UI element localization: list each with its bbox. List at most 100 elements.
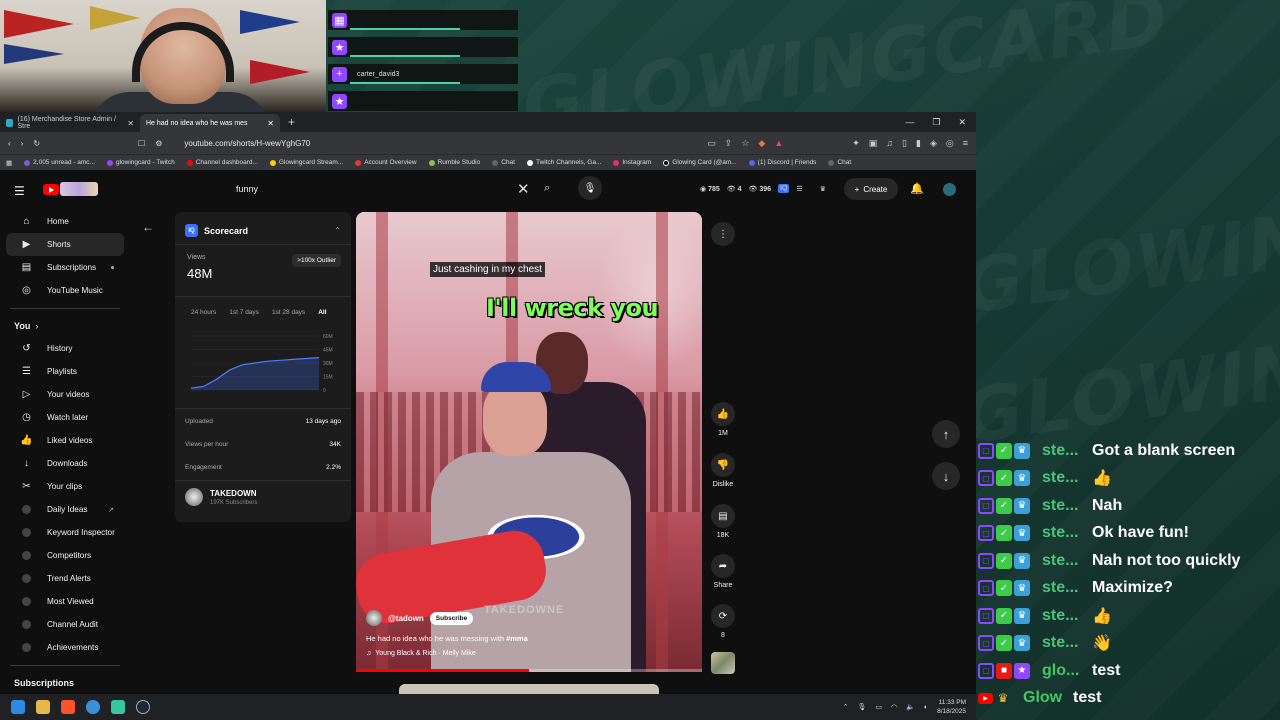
share-button[interactable]: ➦ Share	[708, 554, 738, 589]
trophy-icon[interactable]: ♛	[820, 185, 826, 193]
chevron-up-icon[interactable]: ⌃	[843, 703, 849, 711]
microphone-icon[interactable]: 🎙	[578, 176, 602, 200]
brave-browser-icon[interactable]	[61, 700, 75, 714]
bookmark-item[interactable]: Chat	[492, 159, 515, 166]
channel-handle[interactable]: @tadown	[388, 614, 424, 623]
subscribe-button[interactable]: Subscribe	[429, 611, 474, 625]
sidebar-item-playlists[interactable]: ☰ Playlists	[6, 360, 124, 383]
vpn-icon[interactable]: ◎	[946, 138, 954, 149]
extension-icon[interactable]: ✦	[852, 138, 860, 149]
scorecard-header[interactable]: IQ Scorecard	[185, 224, 248, 237]
range-tab-all[interactable]: All	[318, 309, 326, 316]
extension-icon[interactable]: ▣	[869, 138, 878, 149]
steam-icon[interactable]	[136, 700, 150, 714]
sidebar-item-subscriptions[interactable]: ▤ Subscriptions	[6, 256, 124, 279]
search-icon[interactable]: ⌕	[544, 182, 550, 195]
hashtag-link[interactable]: #mma	[506, 634, 528, 643]
music-icon[interactable]: ♫	[886, 138, 893, 149]
sidebar-item-your-videos[interactable]: ▷ Your videos	[6, 383, 124, 406]
range-tab-24h[interactable]: 24 hours	[191, 309, 216, 316]
tab-youtube-short[interactable]: He had no idea who he was mes ✕	[0, 114, 280, 178]
wifi-icon[interactable]: ◠	[891, 703, 897, 711]
previous-short-arrow-icon[interactable]: ↑	[932, 420, 960, 448]
sidebar-item-home[interactable]: ⌂ Home	[6, 210, 124, 233]
search-input[interactable]: funny	[236, 184, 258, 194]
youtube-logo-icon[interactable]	[43, 184, 59, 195]
clear-search-icon[interactable]: ✕	[517, 180, 530, 198]
bookmark-item[interactable]: Instagram	[613, 159, 651, 166]
sidebar-item-downloads[interactable]: ↓ Downloads	[6, 452, 124, 475]
sound-thumbnail[interactable]	[711, 652, 735, 674]
back-icon[interactable]: ‹	[8, 139, 11, 148]
bookmark-item[interactable]: Channel dashboard...	[186, 159, 258, 166]
sidebar-item-shorts[interactable]: ▶ Shorts	[6, 233, 124, 256]
sidebar-item-achievements[interactable]: Achievements	[6, 636, 124, 659]
sidebar-item-youtube-music[interactable]: ◎ YouTube Music	[6, 279, 124, 302]
share-icon[interactable]: ⇪	[725, 138, 733, 149]
bookmark-item[interactable]: (1) Discord | Friends	[748, 159, 816, 166]
avatar[interactable]	[943, 183, 956, 196]
bookmark-item[interactable]: Glowing Card (@am...	[663, 159, 737, 166]
extension-icon[interactable]: IQ	[778, 184, 790, 193]
profile-icon[interactable]: ▮	[916, 138, 921, 149]
apps-icon[interactable]: ▦	[6, 159, 12, 167]
sidebar-item-liked-videos[interactable]: 👍 Liked videos	[6, 429, 124, 452]
bookmark-item[interactable]: Account Overview	[355, 159, 417, 166]
cast-icon[interactable]: ▭	[707, 138, 716, 149]
url-field[interactable]: youtube.com/shorts/H-wewYghG70	[184, 139, 310, 148]
close-window-icon[interactable]: ✕	[958, 117, 966, 128]
short-progress-bar[interactable]	[356, 669, 702, 672]
bookmark-item[interactable]: Twitch Channels, Ga...	[526, 159, 601, 166]
youtube-doodle[interactable]	[60, 182, 98, 196]
notifications-bell-icon[interactable]: 🔔	[910, 182, 924, 195]
brave-shield-icon[interactable]: ◆	[758, 138, 765, 149]
bookmark-item[interactable]: Glowingcard Stream...	[269, 159, 343, 166]
sidebar-icon[interactable]: ▯	[902, 138, 907, 149]
chevron-up-icon[interactable]: ⌃	[334, 226, 341, 235]
file-explorer-icon[interactable]	[36, 700, 50, 714]
microphone-icon[interactable]: 🎙	[858, 703, 867, 711]
close-icon[interactable]: ✕	[267, 119, 274, 128]
sidebar-item-channel-audit[interactable]: Channel Audit	[6, 613, 124, 636]
site-info-icon[interactable]: ⚙	[155, 139, 162, 148]
app-icon[interactable]	[86, 700, 100, 714]
windows-start-icon[interactable]	[11, 700, 25, 714]
monitor-icon[interactable]: ▭	[875, 703, 882, 711]
sidebar-item-competitors[interactable]: Competitors	[6, 544, 124, 567]
clock[interactable]: 11:33 PM 8/18/2025	[937, 698, 966, 716]
speaker-icon[interactable]: 🔈	[906, 703, 915, 711]
bookmark-item[interactable]: glowingcard - Twitch	[106, 159, 175, 166]
app-icon[interactable]	[111, 700, 125, 714]
sidebar-item-history[interactable]: ↺ History	[6, 337, 124, 360]
star-bookmark-icon[interactable]: ☆	[741, 138, 749, 149]
range-tab-7d[interactable]: 1st 7 days	[229, 309, 259, 316]
menu-icon[interactable]: ☰	[14, 184, 25, 198]
reload-icon[interactable]: ↻	[33, 139, 40, 148]
create-button[interactable]: + Create	[844, 178, 898, 200]
short-video-player[interactable]: Just cashing in my chest I'll wreck you …	[356, 212, 702, 672]
sidebar-item-most-viewed[interactable]: Most Viewed	[6, 590, 124, 613]
rewards-icon[interactable]: ▲	[774, 138, 783, 149]
wallet-icon[interactable]: ◈	[930, 138, 937, 149]
new-tab-button[interactable]: +	[288, 115, 295, 129]
tab-merch-store[interactable]: (16) Merchandise Store Admin / Stre ✕	[0, 114, 140, 132]
remix-button[interactable]: ⟳ 8	[708, 604, 738, 639]
restore-icon[interactable]: ❐	[932, 117, 940, 128]
short-music[interactable]: ♫ Young Black & Rich · Melly Mike	[366, 650, 528, 657]
comments-button[interactable]: ▤ 18K	[708, 504, 738, 539]
like-button[interactable]: 👍 1M	[708, 402, 738, 437]
bookmark-icon[interactable]: ☐	[138, 139, 145, 148]
range-tab-28d[interactable]: 1st 28 days	[272, 309, 305, 316]
close-icon[interactable]: ✕	[127, 119, 134, 128]
next-short-arrow-icon[interactable]: ↓	[932, 462, 960, 490]
back-arrow-icon[interactable]: ←	[142, 220, 154, 234]
app-tray-icon[interactable]: ◐	[924, 704, 928, 711]
list-icon[interactable]: ☰	[796, 185, 802, 193]
scorecard-channel[interactable]: TAKEDOWN 197K Subscribers	[185, 488, 257, 506]
menu-icon[interactable]: ≡	[963, 138, 968, 149]
sidebar-item-watch-later[interactable]: ◷ Watch later	[6, 406, 124, 429]
forward-icon[interactable]: ›	[21, 139, 24, 148]
sidebar-item-your-clips[interactable]: ✂ Your clips	[6, 475, 124, 498]
bookmark-item[interactable]: 2,005 unread - amc...	[24, 159, 95, 166]
sidebar-item-trend-alerts[interactable]: Trend Alerts	[6, 567, 124, 590]
